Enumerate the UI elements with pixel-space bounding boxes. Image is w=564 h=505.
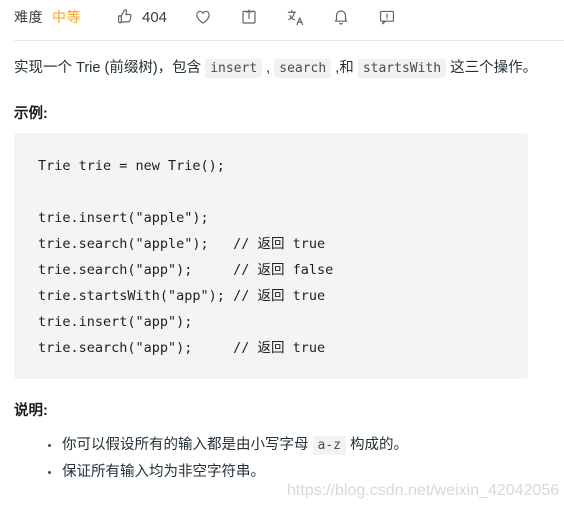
inline-code-startswith: startsWith (357, 59, 447, 78)
notes-heading: 说明: (14, 403, 48, 419)
thumbs-up-icon (115, 7, 135, 27)
inline-code-insert: insert (205, 59, 263, 78)
description-text-3: ,和 (331, 60, 358, 76)
like-count: 404 (142, 8, 168, 26)
code-line: trie.insert("apple"); (38, 210, 209, 226)
like-button[interactable]: 404 (115, 7, 167, 27)
translate-icon (285, 7, 305, 27)
inline-code-search: search (274, 59, 332, 78)
heart-icon (193, 7, 213, 27)
note-text-1: 你可以假设所有的输入都是由小写字母 (62, 437, 313, 453)
difficulty-label: 难度 (14, 9, 43, 25)
note-text-1: 保证所有输入均为非空字符串。 (62, 464, 265, 480)
toolbar: 难度 中等 404 (0, 0, 564, 34)
notes-list: 你可以假设所有的输入都是由小写字母 a-z 构成的。 保证所有输入均为非空字符串… (14, 432, 548, 486)
list-item: 你可以假设所有的输入都是由小写字母 a-z 构成的。 (14, 432, 548, 459)
code-line: trie.search("apple"); // 返回 true (38, 236, 326, 252)
comment-button[interactable] (377, 7, 397, 27)
comment-icon (377, 7, 397, 27)
bell-icon (331, 7, 351, 27)
problem-content: 实现一个 Trie (前缀树)，包含 insert , search ,和 st… (0, 41, 564, 486)
example-heading: 示例: (14, 106, 48, 122)
list-item: 保证所有输入均为非空字符串。 (14, 459, 548, 486)
translate-button[interactable] (285, 7, 305, 27)
example-code-block: Trie trie = new Trie(); trie.insert("app… (14, 133, 528, 379)
code-line: trie.startsWith("app"); // 返回 true (38, 288, 326, 304)
code-line: trie.search("app"); // 返回 false (38, 262, 334, 278)
difficulty-badge: 中等 (52, 9, 81, 25)
code-line: trie.search("app"); // 返回 true (38, 340, 326, 356)
description-text-4: 这三个操作。 (446, 60, 538, 76)
description-text-1: 实现一个 Trie (前缀树)，包含 (14, 60, 206, 76)
code-line: Trie trie = new Trie(); (38, 158, 225, 174)
inline-code-az: a-z (312, 436, 347, 455)
note-text-2: 构成的。 (346, 437, 409, 453)
share-icon (239, 7, 259, 27)
share-button[interactable] (239, 7, 259, 27)
description-text-2: , (262, 60, 275, 76)
problem-description: 实现一个 Trie (前缀树)，包含 insert , search ,和 st… (14, 55, 548, 82)
notification-button[interactable] (331, 7, 351, 27)
favorite-button[interactable] (193, 7, 213, 27)
code-line: trie.insert("app"); (38, 314, 193, 330)
